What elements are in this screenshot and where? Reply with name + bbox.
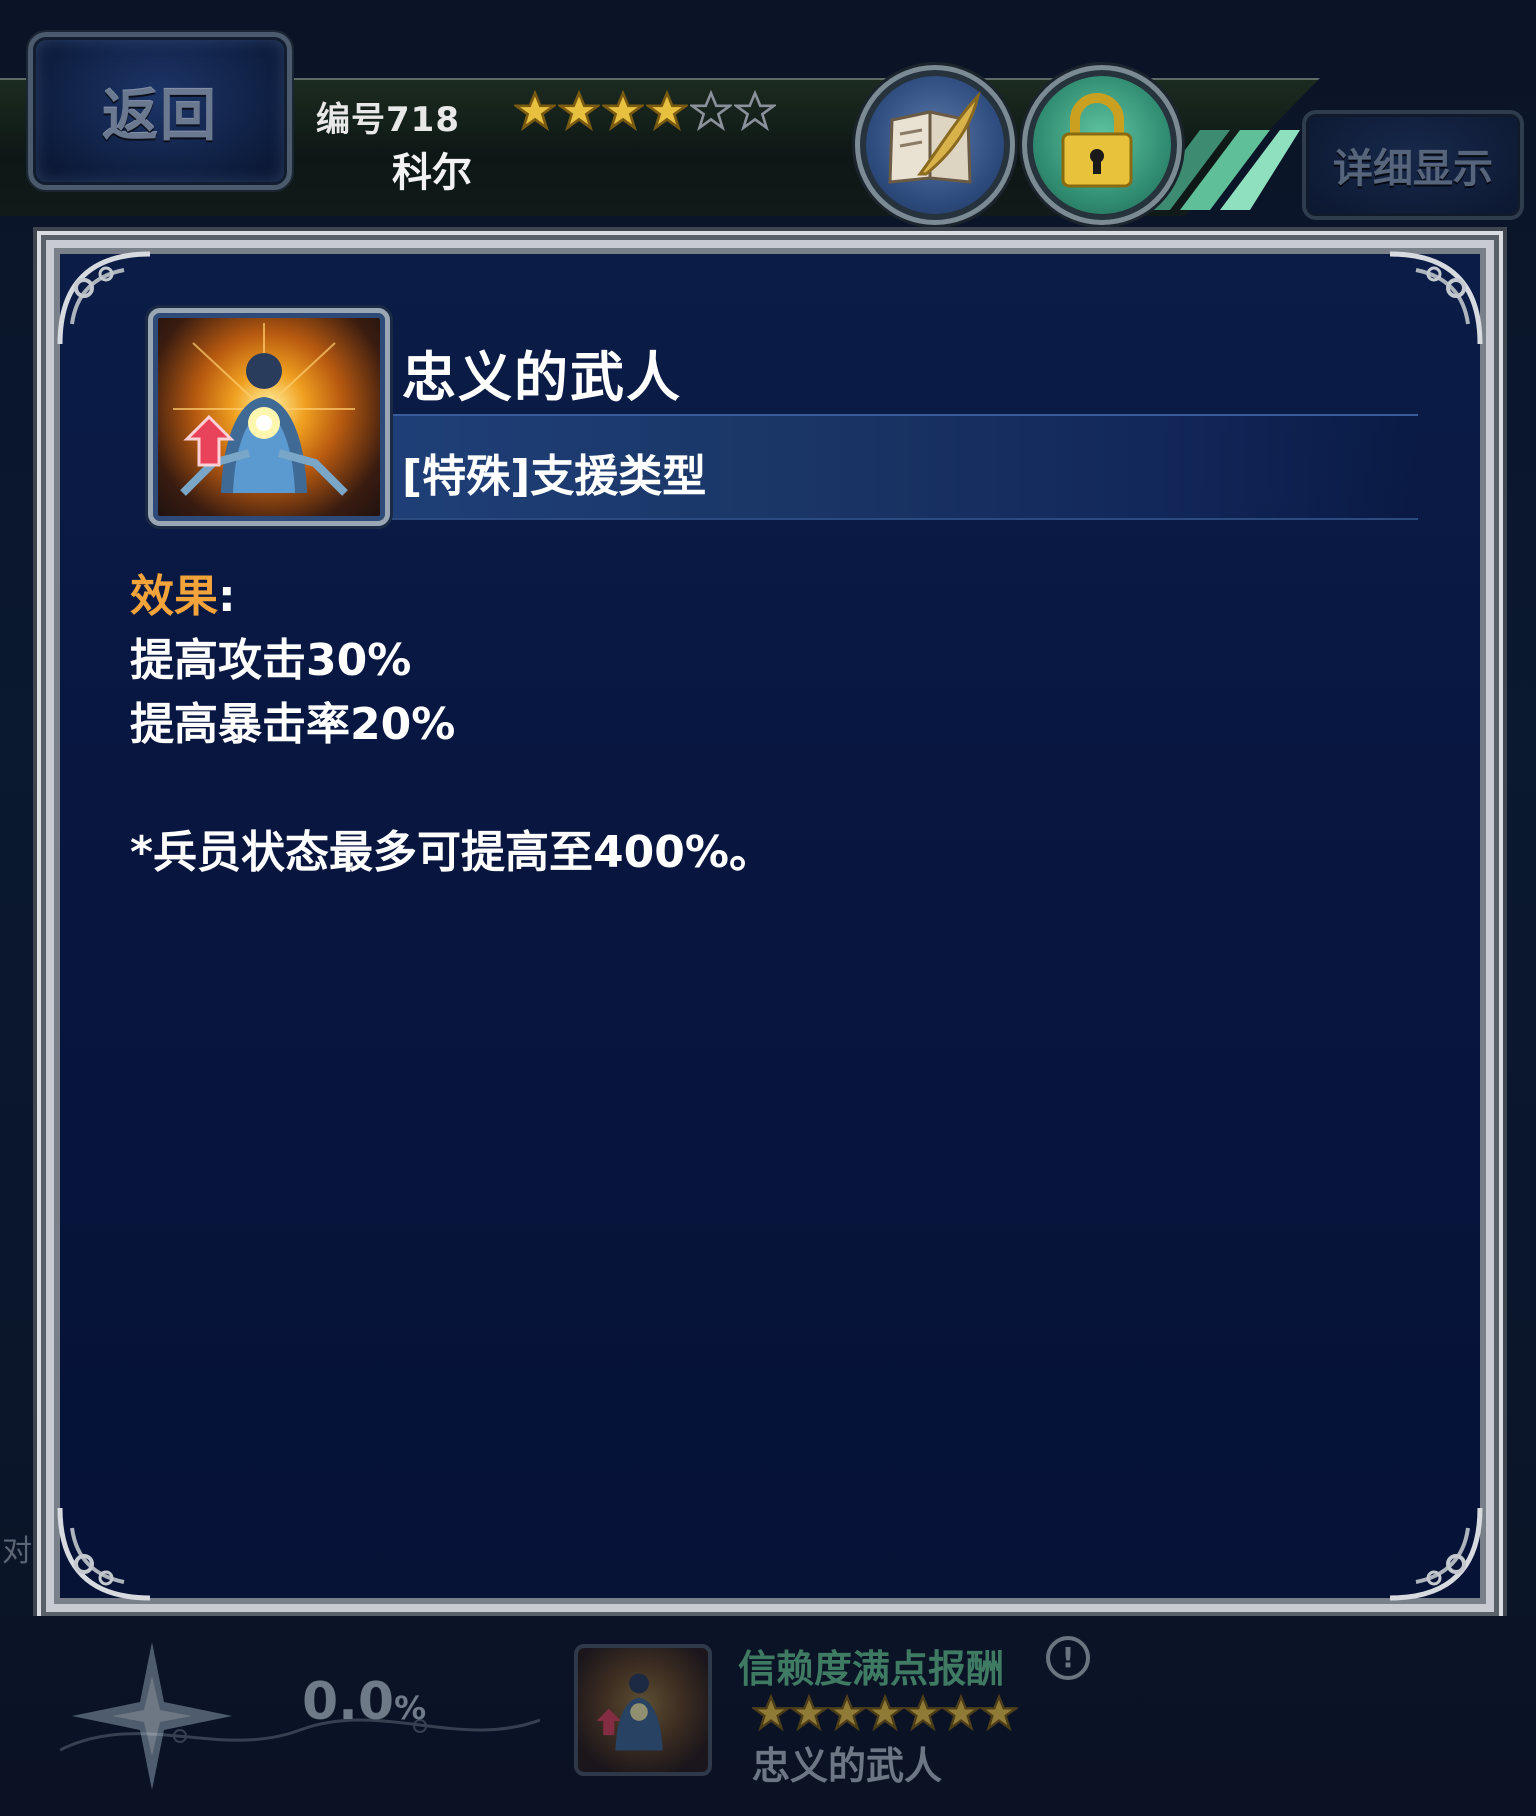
- star-filled-icon: [790, 1694, 828, 1732]
- star-filled-icon: [752, 1694, 790, 1732]
- ornament-corner-top-right: [1389, 251, 1483, 345]
- star-filled-icon: [828, 1694, 866, 1732]
- star-filled-icon: [646, 90, 688, 132]
- star-filled-icon: [558, 90, 600, 132]
- info-icon[interactable]: !: [1046, 1636, 1090, 1680]
- trust-percent: 0.0%: [302, 1672, 426, 1732]
- star-filled-icon: [980, 1694, 1018, 1732]
- skill-icon: [148, 308, 390, 526]
- ornament-corner-bottom-right: [1389, 1507, 1483, 1601]
- skill-aura-icon: [173, 323, 355, 496]
- trust-reward-name: 忠义的武人: [752, 1744, 943, 1788]
- effect-heading: 效果:: [130, 560, 236, 624]
- star-filled-icon: [602, 90, 644, 132]
- ornament-corner-top-left: [57, 251, 151, 345]
- trust-reward-title: 信赖度满点报酬: [738, 1647, 1005, 1691]
- compass-icon: [72, 1642, 232, 1790]
- star-empty-icon: [734, 90, 776, 132]
- trust-percent-value: 0.0: [302, 1672, 395, 1732]
- back-button-label: 返回: [102, 83, 218, 149]
- trust-reward-icon[interactable]: [574, 1644, 712, 1776]
- detail-display-label: 详细显示: [1333, 146, 1493, 192]
- star-filled-icon: [904, 1694, 942, 1732]
- effect-line-crit-rate: 提高暴击率20%: [130, 699, 456, 750]
- effect-heading-label: 效果: [130, 571, 218, 622]
- skill-aura-icon: [596, 1673, 663, 1751]
- unit-name: 科尔: [392, 150, 472, 196]
- trust-reward-stars: [752, 1694, 1018, 1732]
- effect-note: *兵员状态最多可提高至400%。: [130, 827, 773, 878]
- trust-percent-sign: %: [394, 1689, 427, 1727]
- journal-button[interactable]: [855, 65, 1015, 225]
- star-filled-icon: [514, 90, 556, 132]
- star-empty-icon: [690, 90, 732, 132]
- star-filled-icon: [942, 1694, 980, 1732]
- lock-icon: [1061, 93, 1133, 188]
- journal-icon: [888, 90, 981, 184]
- detail-display-button[interactable]: 详细显示: [1302, 110, 1524, 220]
- lock-button[interactable]: [1022, 65, 1182, 225]
- skill-type: [特殊]支援类型: [402, 451, 707, 502]
- star-filled-icon: [866, 1694, 904, 1732]
- rarity-stars: [514, 90, 776, 132]
- back-button[interactable]: 返回: [28, 32, 292, 190]
- side-partial-text: 对: [2, 1534, 32, 1569]
- effect-heading-colon: :: [218, 571, 236, 622]
- unit-number: 编号718: [316, 100, 460, 140]
- skill-name: 忠义的武人: [402, 346, 682, 409]
- effect-line-attack: 提高攻击30%: [130, 635, 412, 686]
- ornament-corner-bottom-left: [57, 1507, 151, 1601]
